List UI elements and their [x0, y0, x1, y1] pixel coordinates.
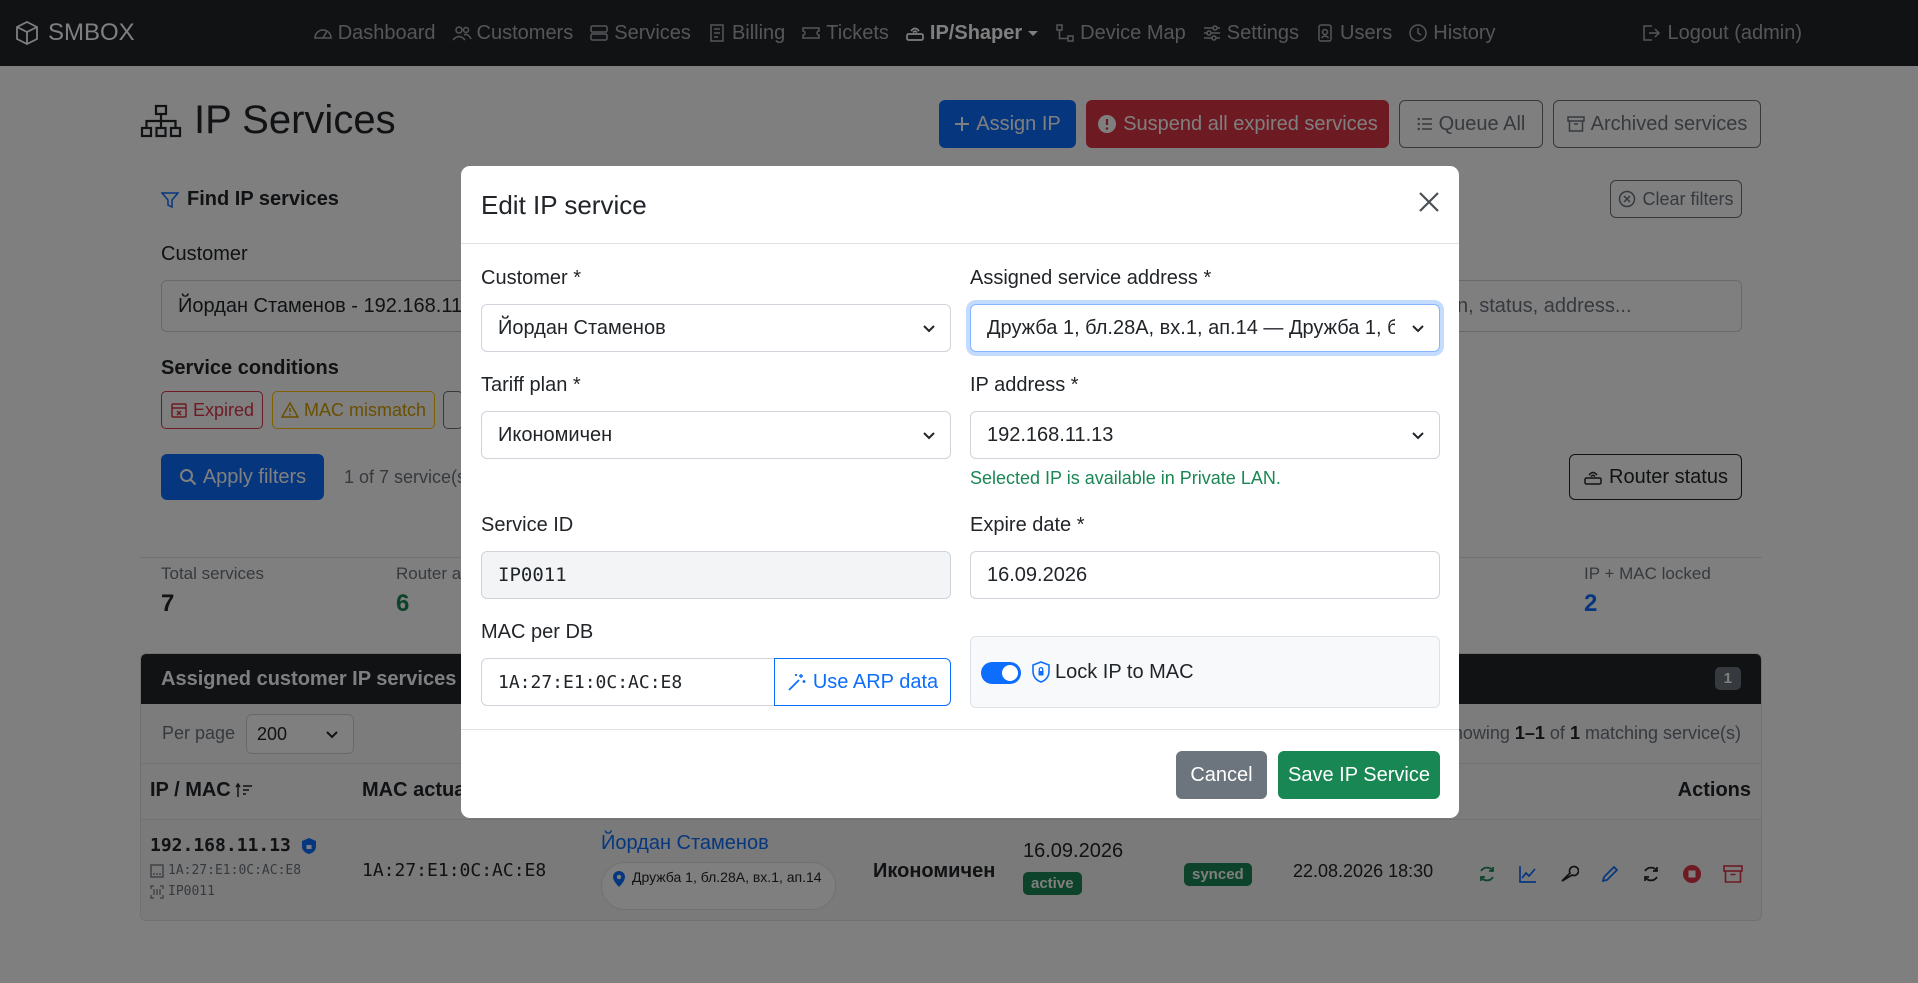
- service-id-value: IP0011: [498, 564, 567, 586]
- cancel-button[interactable]: Cancel: [1176, 751, 1267, 799]
- cancel-label: Cancel: [1190, 763, 1253, 786]
- customer-label: Customer *: [481, 267, 582, 289]
- chevron-down-icon: [1412, 432, 1424, 440]
- lock-mac-box: Lock IP to MAC: [970, 636, 1440, 708]
- chevron-down-icon: [923, 432, 935, 440]
- expire-date-label: Expire date *: [970, 514, 1085, 536]
- address-select-value: Дружба 1, бл.28А, вх.1, ап.14 — Дружба 1…: [987, 316, 1395, 339]
- tariff-select[interactable]: Икономичен: [481, 411, 951, 459]
- save-ip-service-button[interactable]: Save IP Service: [1278, 751, 1440, 799]
- tariff-select-value: Икономичен: [498, 423, 613, 446]
- service-id-label: Service ID: [481, 514, 574, 536]
- ip-label: IP address *: [970, 374, 1079, 396]
- address-label: Assigned service address *: [970, 267, 1212, 289]
- ip-select-value: 192.168.11.13: [987, 423, 1114, 446]
- customer-select-value: Йордан Стаменов: [498, 316, 666, 339]
- expire-date-value: 16.09.2026: [987, 563, 1088, 586]
- chevron-down-icon: [923, 325, 935, 333]
- chevron-down-icon: [1411, 321, 1425, 335]
- modal-title: Edit IP service: [481, 190, 647, 220]
- shield-lock-icon: [1032, 661, 1050, 683]
- use-arp-label: Use ARP data: [812, 670, 939, 693]
- close-icon[interactable]: [1417, 190, 1441, 214]
- save-label: Save IP Service: [1288, 763, 1430, 786]
- mac-label: MAC per DB: [481, 621, 594, 643]
- use-arp-button[interactable]: Use ARP data: [774, 658, 951, 706]
- expire-date-input[interactable]: 16.09.2026: [970, 551, 1440, 599]
- lock-mac-toggle[interactable]: [981, 662, 1021, 684]
- service-id-field: IP0011: [481, 551, 951, 599]
- modal-header: Edit IP service: [461, 166, 1459, 244]
- mac-input-value: 1A:27:E1:0C:AC:E8: [498, 671, 683, 693]
- mac-input[interactable]: 1A:27:E1:0C:AC:E8: [481, 658, 777, 706]
- ip-select[interactable]: 192.168.11.13: [970, 411, 1440, 459]
- lock-mac-label: Lock IP to MAC: [1055, 661, 1194, 683]
- edit-ip-service-modal: Edit IP service Customer * Йордан Стамен…: [461, 166, 1459, 818]
- customer-select[interactable]: Йордан Стаменов: [481, 304, 951, 352]
- magic-wand-icon: [788, 674, 806, 691]
- tariff-label: Tariff plan *: [481, 374, 581, 396]
- modal-footer: Cancel Save IP Service: [461, 729, 1459, 818]
- ip-availability-hint: Selected IP is available in Private LAN.: [970, 468, 1281, 488]
- address-select[interactable]: Дружба 1, бл.28А, вх.1, ап.14 — Дружба 1…: [970, 304, 1440, 352]
- navbar-backdrop: [0, 0, 1918, 66]
